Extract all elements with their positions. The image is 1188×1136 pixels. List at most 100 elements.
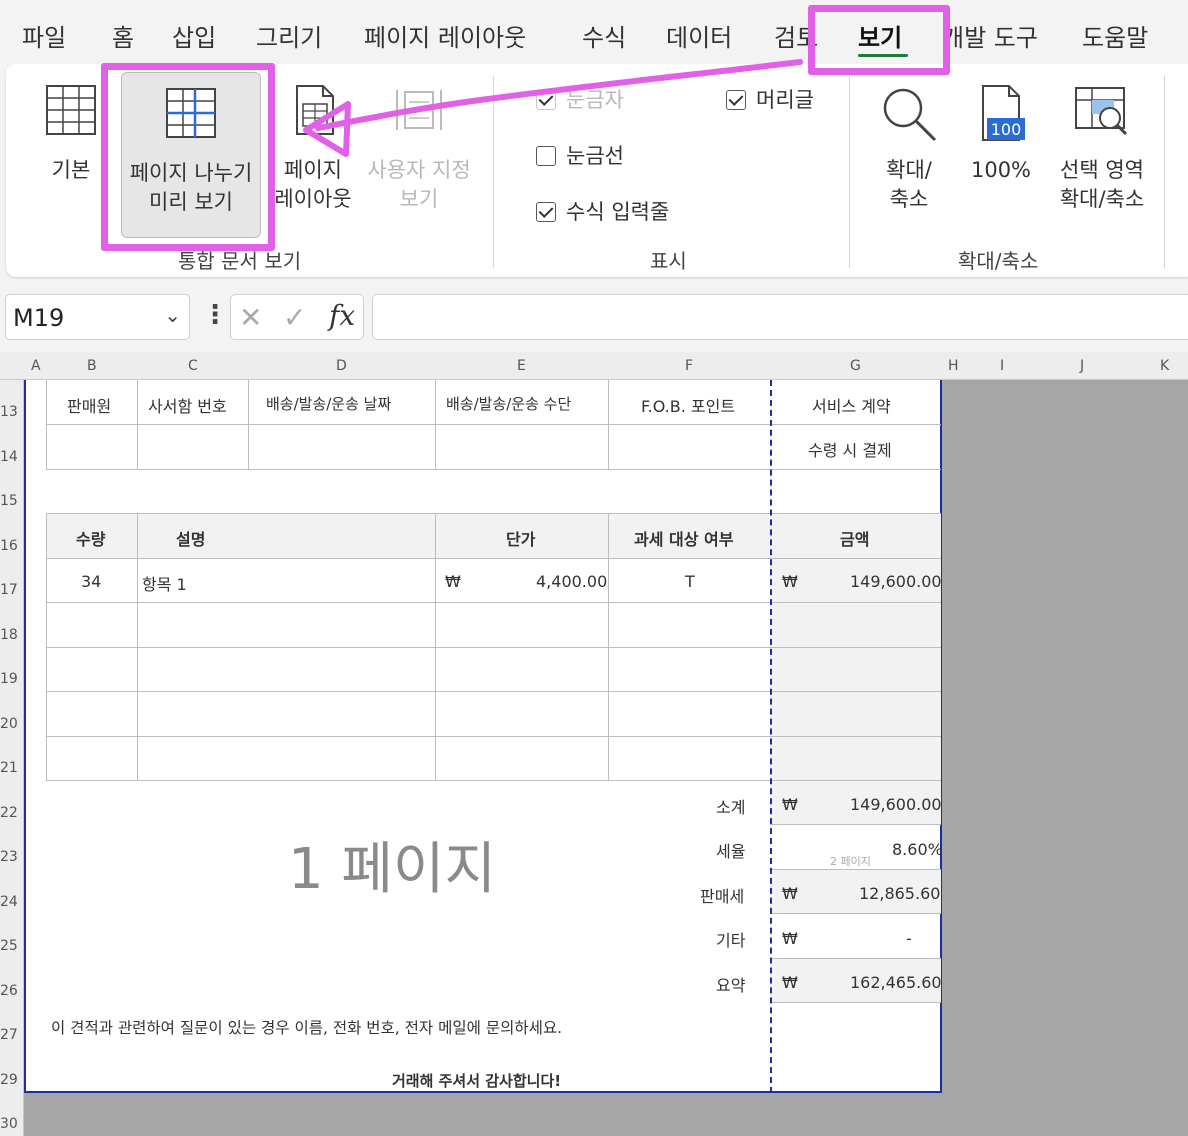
grid-line	[46, 558, 941, 559]
grid-line	[46, 780, 941, 781]
grid-line	[608, 513, 609, 780]
cell-description[interactable]: 항목 1	[142, 571, 187, 595]
cell-taxable-header[interactable]: 과세 대상 여부	[634, 526, 733, 550]
column-header-j[interactable]: J	[1080, 358, 1084, 374]
grid-line	[137, 380, 138, 469]
cell-unit-price[interactable]: 4,400.00	[536, 572, 607, 591]
cell-other[interactable]: -	[906, 929, 912, 948]
row-headers: 13 14 15 16 17 18 19 20 21 22 23 24 25 2…	[0, 380, 24, 1136]
grid-line	[248, 380, 249, 469]
cell-terms-header[interactable]: 서비스 계약	[812, 393, 891, 417]
formula-input[interactable]	[372, 294, 1188, 340]
column-header-k[interactable]: K	[1160, 358, 1169, 374]
cell-fob-header[interactable]: F.O.B. 포인트	[641, 393, 735, 417]
cell-tax-rate[interactable]: 8.60%	[892, 840, 943, 859]
column-headers: A B C D E F G H I J K	[0, 352, 1188, 380]
page-break-line[interactable]	[770, 380, 772, 1093]
grid-line	[46, 647, 941, 648]
cell-total[interactable]: 162,465.60	[850, 973, 942, 992]
cell-unit-price-currency: ₩	[445, 572, 461, 591]
row-header-25[interactable]: 25	[0, 938, 18, 954]
row-header-22[interactable]: 22	[0, 805, 18, 821]
column-header-e[interactable]: E	[517, 358, 526, 374]
row-header-13[interactable]: 13	[0, 404, 18, 420]
cell-sales-tax-label[interactable]: 판매세	[700, 883, 744, 907]
column-header-a[interactable]: A	[31, 358, 41, 374]
grid-line	[46, 736, 941, 737]
grid-line	[46, 469, 941, 470]
cell-thanks[interactable]: 거래해 주셔서 감사합니다!	[392, 1070, 561, 1091]
more-options-icon[interactable]: ⋮	[202, 300, 228, 330]
grid-line	[770, 1002, 941, 1003]
grid-line	[435, 513, 436, 780]
cell-qty-header[interactable]: 수량	[76, 526, 105, 550]
row-header-29[interactable]: 29	[0, 1072, 18, 1088]
formula-buttons: ✕ ✓ fx	[230, 294, 364, 340]
cell-questions-note[interactable]: 이 견적과 관련하여 질문이 있는 경우 이름, 전화 번호, 전자 메일에 문…	[51, 1016, 562, 1038]
worksheet-area: A B C D E F G H I J K 13 14 15 16 17 18 …	[0, 352, 1188, 1136]
column-header-i[interactable]: I	[1000, 358, 1004, 374]
page-1-watermark: 1 페이지	[288, 837, 496, 902]
cell-taxable[interactable]: T	[685, 572, 695, 591]
cell-subtotal-label[interactable]: 소계	[716, 794, 745, 818]
cell-payment-terms[interactable]: 수령 시 결제	[808, 437, 892, 461]
grid-line	[770, 958, 941, 959]
column-header-g[interactable]: G	[850, 358, 861, 374]
cell-amount[interactable]: 149,600.00	[850, 572, 942, 591]
row-header-27[interactable]: 27	[0, 1027, 18, 1043]
column-header-b[interactable]: B	[87, 358, 97, 374]
cell-total-label[interactable]: 요약	[716, 972, 745, 996]
page-2-watermark: 2 페이지	[830, 855, 871, 868]
cell-salesperson-header[interactable]: 판매원	[67, 393, 111, 417]
cell-ship-date-header[interactable]: 배송/발송/운송 날짜	[266, 393, 391, 414]
row-header-18[interactable]: 18	[0, 627, 18, 643]
grid-line	[46, 380, 47, 469]
row-header-16[interactable]: 16	[0, 538, 18, 554]
insert-function-icon[interactable]: fx	[329, 299, 355, 332]
name-box-value: M19	[13, 304, 65, 332]
confirm-icon[interactable]: ✓	[283, 301, 306, 334]
grid-line	[46, 602, 941, 603]
cell-amount-header[interactable]: 금액	[840, 526, 869, 550]
cell-po-box-header[interactable]: 사서함 번호	[148, 393, 227, 417]
cell-sales-tax-currency: ₩	[782, 884, 798, 903]
excel-window: 파일 홈 삽입 그리기 페이지 레이아웃 수식 데이터 검토 보기 개발 도구 …	[0, 0, 1188, 1136]
cell-unit-price-header[interactable]: 단가	[506, 526, 535, 550]
cell-amount-currency: ₩	[782, 572, 798, 591]
row-header-24[interactable]: 24	[0, 894, 18, 910]
name-box[interactable]: M19 ⌄	[5, 294, 190, 340]
cell-description-header[interactable]: 설명	[176, 526, 205, 550]
cancel-icon[interactable]: ✕	[239, 301, 262, 334]
row-header-30[interactable]: 30	[0, 1116, 18, 1132]
row-header-14[interactable]: 14	[0, 449, 18, 465]
cell-qty[interactable]: 34	[81, 572, 101, 591]
row-header-19[interactable]: 19	[0, 671, 18, 687]
cell-other-currency: ₩	[782, 929, 798, 948]
cell-subtotal-currency: ₩	[782, 795, 798, 814]
cell-subtotal[interactable]: 149,600.00	[850, 795, 942, 814]
grid-line	[608, 380, 609, 469]
annotation-arrow-icon	[303, 59, 803, 157]
grid-line	[770, 824, 941, 825]
cell-total-currency: ₩	[782, 973, 798, 992]
column-header-h[interactable]: H	[948, 358, 959, 374]
cell-ship-via-header[interactable]: 배송/발송/운송 수단	[446, 393, 571, 414]
column-header-c[interactable]: C	[188, 358, 198, 374]
chevron-down-icon[interactable]: ⌄	[164, 303, 181, 327]
column-header-d[interactable]: D	[336, 358, 347, 374]
row-header-26[interactable]: 26	[0, 983, 18, 999]
amount-column-fill	[770, 558, 941, 780]
cell-sales-tax[interactable]: 12,865.60	[859, 884, 940, 903]
cell-other-label[interactable]: 기타	[716, 927, 745, 951]
row-header-21[interactable]: 21	[0, 760, 18, 776]
grid-line	[46, 513, 941, 514]
grid-line	[770, 913, 941, 914]
row-header-23[interactable]: 23	[0, 849, 18, 865]
row-header-17[interactable]: 17	[0, 582, 18, 598]
cell-tax-rate-label[interactable]: 세율	[716, 838, 745, 862]
row-header-15[interactable]: 15	[0, 493, 18, 509]
row-header-20[interactable]: 20	[0, 716, 18, 732]
column-header-f[interactable]: F	[685, 358, 693, 374]
grid-line	[46, 424, 941, 425]
grid-line	[435, 380, 436, 469]
